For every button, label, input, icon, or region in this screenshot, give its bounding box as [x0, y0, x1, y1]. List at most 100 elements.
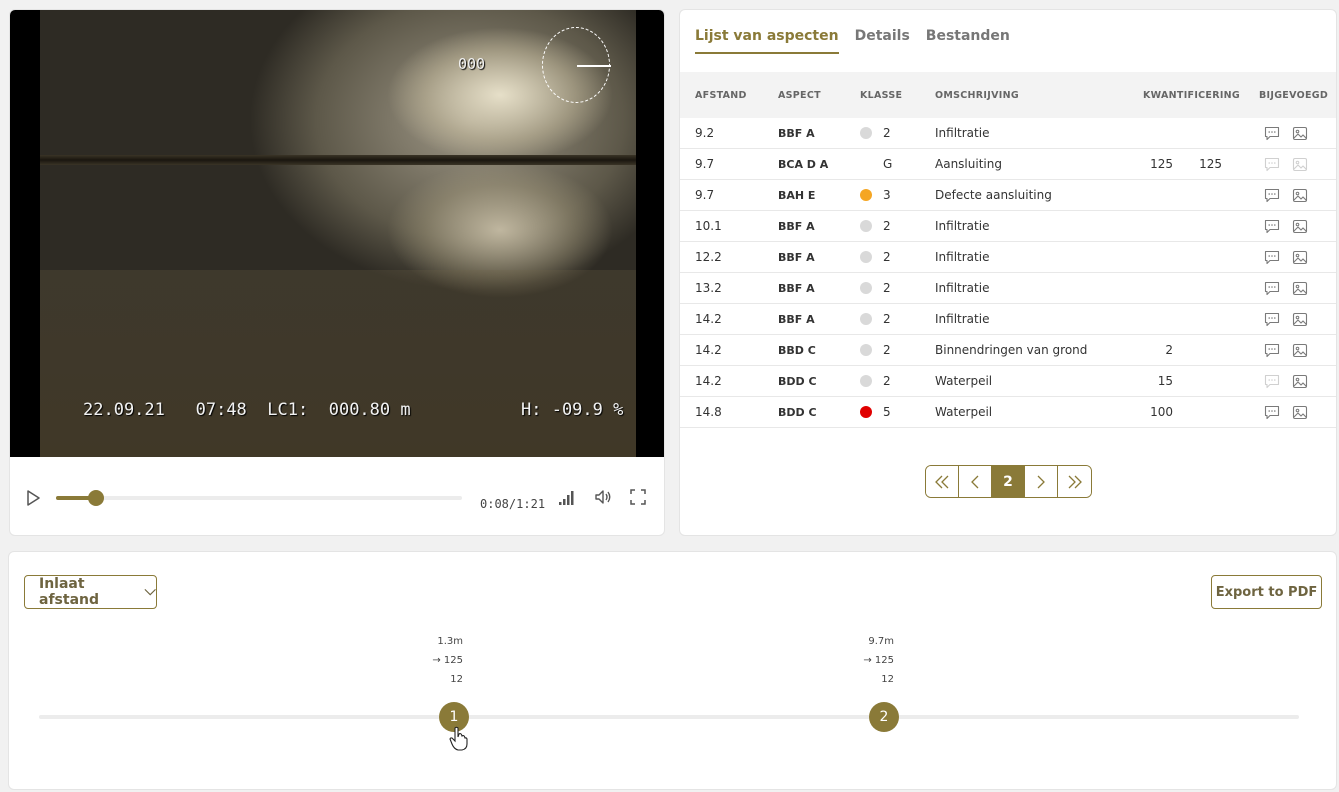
comment-icon[interactable]: [1264, 374, 1280, 392]
marker-2-labels: 9.7m → 125 12: [834, 632, 894, 689]
osd-info: 22.09.21 07:48 LC1: 000.80 m: [83, 400, 411, 420]
cell-aspect: BBF A: [778, 250, 815, 264]
play-button[interactable]: [24, 490, 42, 508]
osd-lc-value: 000.80 m: [328, 400, 411, 420]
marker-2-value: 12: [881, 674, 894, 685]
progress-thumb[interactable]: [88, 490, 105, 506]
cell-klasse: G: [883, 157, 893, 171]
last-page-button[interactable]: [1058, 466, 1091, 497]
duration: 1:21: [516, 497, 546, 511]
header-aspect[interactable]: ASPECT: [778, 90, 821, 101]
current-time: 0:08: [480, 497, 509, 511]
cell-kwantificering-2: 125: [1199, 157, 1222, 171]
image-icon[interactable]: [1292, 312, 1308, 330]
pipe-waterline: [40, 155, 636, 165]
image-icon[interactable]: [1292, 281, 1308, 299]
header-klasse[interactable]: KLASSE: [860, 90, 902, 101]
osd-counter: 000: [458, 55, 486, 73]
first-page-button[interactable]: [926, 466, 959, 497]
cell-klasse: 2: [883, 219, 891, 233]
comment-icon[interactable]: [1264, 405, 1280, 423]
table-row[interactable]: 14.8 BDD C 5 Waterpeil 100: [680, 397, 1336, 428]
comment-icon[interactable]: [1264, 219, 1280, 237]
quality-button[interactable]: [557, 487, 577, 507]
marker-1-value: 12: [450, 674, 463, 685]
klasse-dot: [860, 406, 872, 418]
cell-afstand: 14.2: [695, 343, 722, 357]
arrow-right-icon: →: [863, 655, 875, 666]
current-page-button[interactable]: 2: [992, 466, 1025, 497]
table-row[interactable]: 14.2 BDD C 2 Waterpeil 15: [680, 366, 1336, 397]
fullscreen-icon: [630, 489, 646, 505]
comment-icon[interactable]: [1264, 250, 1280, 268]
comment-icon[interactable]: [1264, 281, 1280, 299]
header-kwantificering[interactable]: KWANTIFICERING: [1143, 90, 1240, 101]
image-icon[interactable]: [1292, 343, 1308, 361]
double-chevron-right-icon: [1068, 475, 1082, 488]
klasse-dot: [860, 189, 872, 201]
comment-icon[interactable]: [1264, 188, 1280, 206]
image-icon[interactable]: [1292, 188, 1308, 206]
table-row[interactable]: 13.2 BBF A 2 Infiltratie: [680, 273, 1336, 304]
table-body: 9.2 BBF A 2 Infiltratie 9.7 BCA D A G Aansluiti…: [680, 118, 1336, 428]
comment-icon[interactable]: [1264, 312, 1280, 330]
timeline-marker-2[interactable]: 2: [869, 702, 899, 732]
cell-afstand: 10.1: [695, 219, 722, 233]
cell-klasse: 2: [883, 250, 891, 264]
comment-icon[interactable]: [1264, 343, 1280, 361]
image-icon[interactable]: [1292, 126, 1308, 144]
table-header: AFSTAND ASPECT KLASSE OMSCHRIJVING KWANT…: [680, 72, 1336, 118]
compass-needle: [577, 65, 611, 67]
tab-bestanden[interactable]: Bestanden: [926, 28, 1010, 54]
marker-1-direction-value: 125: [443, 655, 463, 666]
table-row[interactable]: 14.2 BBD C 2 Binnendringen van grond 2: [680, 335, 1336, 366]
video-frame[interactable]: 000 22.09.21 07:48 LC1: 000.80 m H: -09.…: [10, 10, 664, 457]
table-row[interactable]: 9.7 BCA D A G Aansluiting 125 125: [680, 149, 1336, 180]
table-row[interactable]: 9.2 BBF A 2 Infiltratie: [680, 118, 1336, 149]
header-afstand[interactable]: AFSTAND: [695, 90, 747, 101]
image-icon[interactable]: [1292, 250, 1308, 268]
table-row[interactable]: 12.2 BBF A 2 Infiltratie: [680, 242, 1336, 273]
table-row[interactable]: 10.1 BBF A 2 Infiltratie: [680, 211, 1336, 242]
tab-bar: Lijst van aspecten Details Bestanden: [695, 28, 1010, 54]
hand-cursor-icon: [449, 726, 468, 751]
klasse-dot: [860, 344, 872, 356]
double-chevron-left-icon: [935, 475, 949, 488]
table-row[interactable]: 9.7 BAH E 3 Defecte aansluiting: [680, 180, 1336, 211]
tab-details[interactable]: Details: [855, 28, 910, 54]
aspects-card: Lijst van aspecten Details Bestanden AFS…: [679, 9, 1337, 536]
arrow-right-icon: →: [432, 655, 444, 666]
tab-lijst-van-aspecten[interactable]: Lijst van aspecten: [695, 28, 839, 54]
signal-bars-icon: [559, 491, 574, 505]
header-bijgevoegd[interactable]: BIJGEVOEGD: [1259, 90, 1328, 101]
image-icon[interactable]: [1292, 219, 1308, 237]
export-pdf-button[interactable]: Export to PDF: [1211, 575, 1322, 609]
comment-icon[interactable]: [1264, 157, 1280, 175]
marker-2-direction-value: 125: [874, 655, 894, 666]
cell-afstand: 9.2: [695, 126, 715, 140]
klasse-dot: [860, 220, 872, 232]
cell-omschrijving: Binnendringen van grond: [935, 343, 1088, 357]
table-row[interactable]: 14.2 BBF A 2 Infiltratie: [680, 304, 1336, 335]
fullscreen-button[interactable]: [628, 487, 648, 507]
image-icon[interactable]: [1292, 374, 1308, 392]
cell-klasse: 5: [883, 405, 891, 419]
prev-page-button[interactable]: [959, 466, 992, 497]
image-icon[interactable]: [1292, 405, 1308, 423]
cell-afstand: 12.2: [695, 250, 722, 264]
pagination: 2: [925, 465, 1092, 498]
header-omschrijving[interactable]: OMSCHRIJVING: [935, 90, 1019, 101]
comment-icon[interactable]: [1264, 126, 1280, 144]
cell-kwantificering-1: 2: [1165, 343, 1173, 357]
chevron-down-icon: [144, 588, 156, 596]
cell-kwantificering-1: 125: [1150, 157, 1173, 171]
image-icon[interactable]: [1292, 157, 1308, 175]
inlaat-afstand-dropdown[interactable]: Inlaat afstand: [24, 575, 157, 609]
progress-bar[interactable]: [56, 490, 462, 506]
marker-1-distance: 1.3m: [437, 636, 463, 647]
klasse-dot: [860, 313, 872, 325]
osd-time: 07:48: [195, 400, 247, 420]
next-page-button[interactable]: [1025, 466, 1058, 497]
volume-button[interactable]: [593, 487, 613, 507]
cell-klasse: 2: [883, 343, 891, 357]
